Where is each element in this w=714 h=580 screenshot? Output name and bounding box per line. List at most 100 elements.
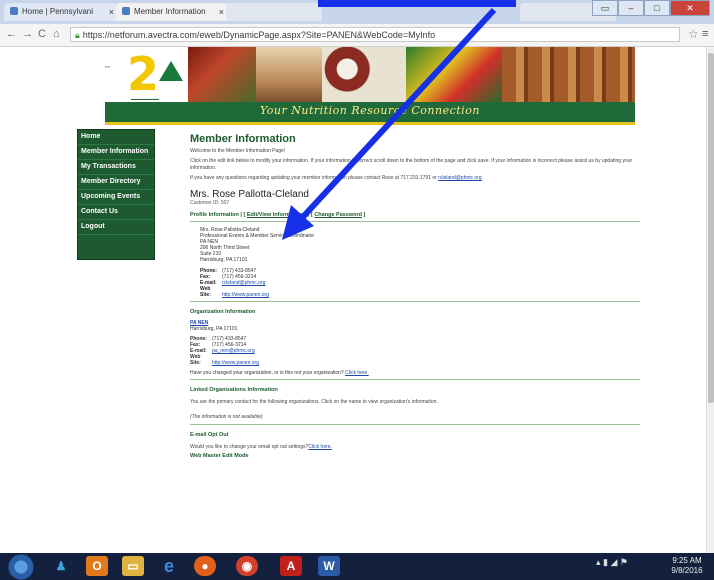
office-icon[interactable]: O [86,556,108,576]
change-password-link[interactable]: Change Password [314,212,362,218]
tab-home[interactable]: Home | Pennsylvani × [4,3,118,21]
acrobat-icon[interactable]: A [280,556,302,576]
close-icon[interactable]: × [219,3,224,21]
header-banner-image [188,47,635,102]
main-content: Member Information Welcome to the Member… [190,133,640,459]
back-icon[interactable]: ← [6,28,17,40]
menu-icon[interactable]: ≡ [702,28,708,40]
page-favicon-icon [122,7,130,15]
internet-explorer-icon[interactable]: e [158,556,180,576]
sidebar-item-my-transactions[interactable]: My Transactions [78,160,154,175]
org-website-label: Web Site: [190,354,201,366]
organization-info: PA NEN Harrisburg, PA 17101 Phone: (717) … [190,320,640,376]
web-master-edit-heading: Web Master Edit Mode [190,453,249,459]
windows-taskbar: ♟ O ▭ e ● ◉ A W ▴ ▮ ◢ ⚑ 9:25 AM 9/8/2016 [0,553,714,580]
home-icon[interactable]: ⌂ [53,28,60,40]
edit-view-information-link[interactable]: Edit/View Information [247,212,303,218]
linked-organizations-heading: Linked Organizations Information [190,387,278,393]
instructions-text: Click on the edit link below to modify y… [190,158,633,171]
member-website-link[interactable]: http://www.panen.org [222,292,269,298]
divider [190,379,640,380]
linked-organizations-text: You are the primary contact for the foll… [190,399,438,405]
chrome-icon[interactable]: ◉ [236,556,258,576]
page-title: Member Information [190,133,296,145]
vertical-scrollbar[interactable] [706,47,714,553]
sidebar-item-logout[interactable]: Logout [78,220,154,235]
banner-photo-grains [256,47,322,102]
web-page: ▪▪▪▪ 2 ▬▬▬▬▬▬▬▬ Your Nutrition Resource … [0,47,706,553]
profile-tabs: Profile Information | [ Edit/View Inform… [190,212,366,218]
file-explorer-icon[interactable]: ▭ [122,556,144,576]
window-controls: ▭ – □ ✕ [592,0,710,16]
organization-city: Harrisburg, PA 17101 [190,326,238,332]
url-field[interactable]: 🔒︎ https://netforum.avectra.com/eweb/Dyna… [70,27,680,42]
sidebar-item-member-information[interactable]: Member Information [78,145,154,160]
user-icon[interactable]: ▭ [592,0,618,16]
reload-icon[interactable]: C [38,28,46,40]
sidebar-item-contact-us[interactable]: Contact Us [78,205,154,220]
divider [190,301,640,302]
url-text: https://netforum.avectra.com/eweb/Dynami… [82,30,436,40]
banner-photo-beans [322,47,406,102]
questions-text: If you have any questions regarding upda… [190,175,640,182]
system-tray[interactable]: ▴ ▮ ◢ ⚑ [596,557,628,568]
user-accounts-icon[interactable]: ♟ [50,556,72,576]
site-tagline: Your Nutrition Resource Connection [260,104,480,117]
organization-heading: Organization Information [190,309,256,315]
bookmark-star-icon[interactable]: ☆ [688,27,699,41]
member-name: Mrs. Rose Pallotta-Cleland [190,189,309,200]
tab-member-information-label: Member Information [134,7,206,16]
divider [190,221,640,222]
banner-photo-peppers [406,47,502,102]
website-label: Web Site: [200,286,211,298]
firefox-icon[interactable]: ● [194,556,216,576]
sidebar-item-upcoming-events[interactable]: Upcoming Events [78,190,154,205]
contact-email-link[interactable]: rcleland@phmc.org [438,175,481,181]
clock-date: 9/8/2016 [671,566,703,575]
org-website-link[interactable]: http://www.panen.org [212,360,259,366]
member-address: Mrs. Rose Pallotta-Cleland Professional … [200,227,640,263]
tab-home-label: Home | Pennsylvani [22,7,93,16]
tab-profile-information[interactable]: Profile Information | [190,212,242,218]
taskbar-clock[interactable]: 9:25 AM 9/8/2016 [666,556,708,576]
word-icon[interactable]: W [318,556,340,576]
divider [190,424,640,425]
welcome-text: Welcome to the Member Information Page! [190,148,286,154]
email-opt-out-link[interactable]: Click here. [308,444,332,450]
lock-icon: 🔒︎ [75,30,80,40]
page-favicon-icon [10,7,18,15]
logo-caption-graphic: ▬▬▬▬▬▬▬▬ [131,97,159,101]
logo-small-text-graphic: ▪▪▪▪ [105,65,110,69]
sidebar-spacer [78,235,154,259]
logo-triangle-graphic [159,61,183,81]
org-change-link[interactable]: Click here. [345,370,369,376]
email-opt-out-text: Would you like to change your email opt … [190,444,309,450]
header-gold-strip [105,122,635,125]
email-opt-out-heading: E-mail Opt Out [190,432,229,438]
member-contact: Phone: (717) 433-8547 Fax: (717) 456-3214 … [200,268,640,298]
customer-id: Customer ID: 507 [190,200,230,206]
forward-icon[interactable]: → [22,28,33,40]
sidebar-nav: Home Member Information My Transactions … [77,129,155,260]
org-change-text: Have you changed your organization, or i… [190,370,344,376]
close-icon[interactable]: × [109,3,114,21]
banner-photo-bread [502,47,635,102]
address-bar-row: ← → C ⌂ 🔒︎ https://netforum.avectra.com/e… [0,24,714,47]
sidebar-item-member-directory[interactable]: Member Directory [78,175,154,190]
close-window-icon[interactable]: ✕ [670,0,710,16]
scrollbar-thumb[interactable] [708,53,714,403]
linked-organizations-empty: (The information is not available) [190,414,263,420]
tab-member-information[interactable]: Member Information × [116,3,228,21]
annotation-highlight-bar [318,0,516,7]
questions-prefix: If you have any questions regarding upda… [190,175,437,181]
maximize-icon[interactable]: □ [644,0,670,16]
start-button-icon[interactable] [8,554,34,580]
address-line: Harrisburg, PA 17101 [200,257,248,263]
minimize-icon[interactable]: – [618,0,644,16]
sidebar-item-home[interactable]: Home [78,130,154,145]
logo-20-graphic: 2 [127,47,159,101]
banner-photo-vegetables [188,47,256,102]
clock-time: 9:25 AM [672,556,702,565]
tab-blurred[interactable] [226,3,322,21]
site-logo[interactable]: ▪▪▪▪ 2 ▬▬▬▬▬▬▬▬ [105,47,185,107]
